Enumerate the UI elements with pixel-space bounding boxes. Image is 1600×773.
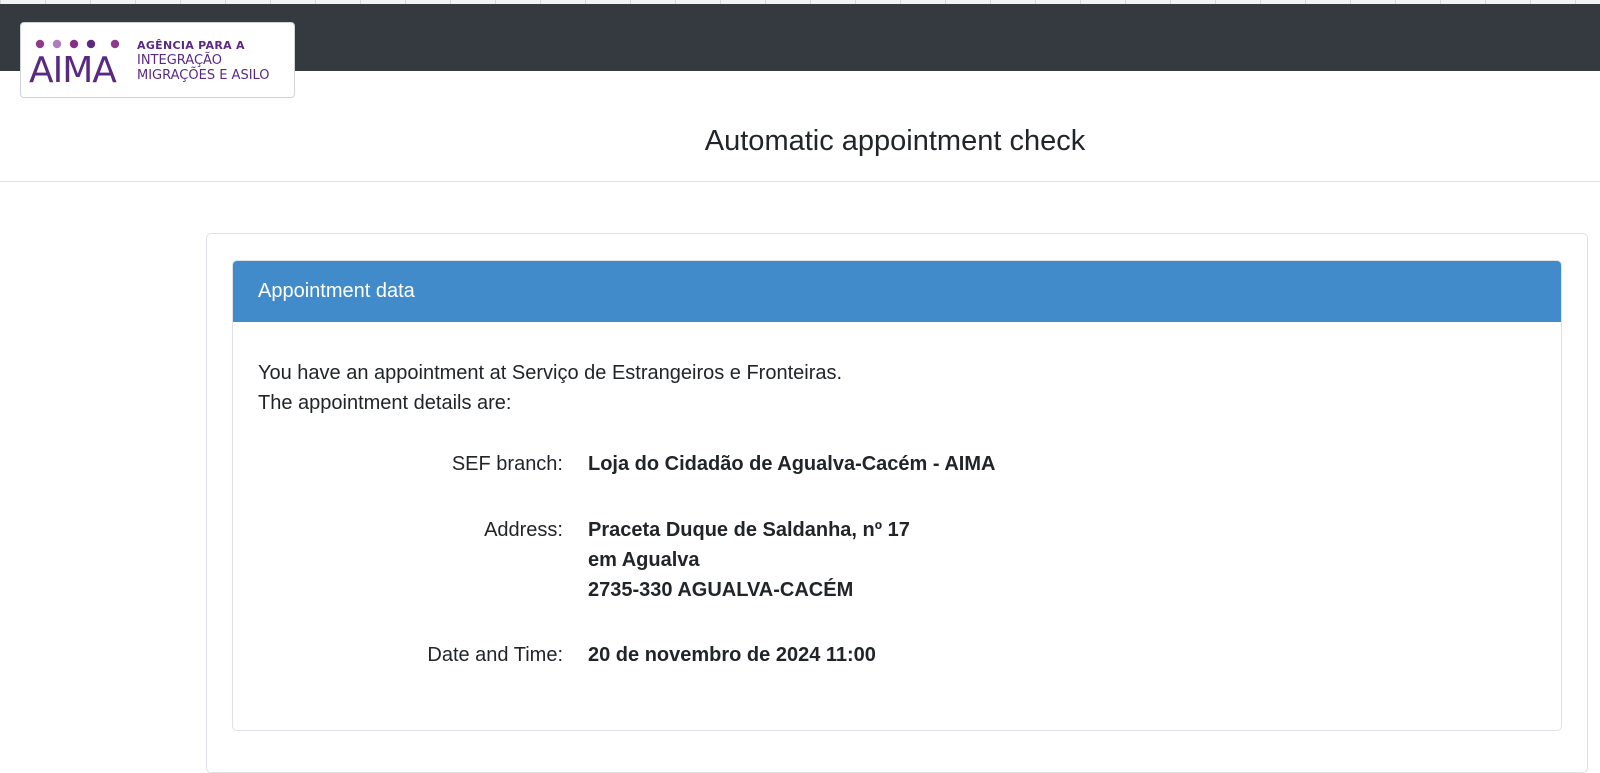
aima-wordmark-icon: AIMA — [29, 39, 120, 89]
address-label: Address: — [484, 519, 563, 541]
intro-line-1: You have an appointment at Serviço de Es… — [258, 362, 843, 384]
card-header: Appointment data — [233, 261, 1561, 322]
branch-value-text: Loja do Cidadão de Agualva-Cacém - AIMA — [588, 453, 996, 475]
title-divider — [0, 181, 1600, 182]
aima-logo[interactable]: AIMA AGÊNCIA PARA A INTEGRAÇÃO MIGRAÇÕES… — [20, 22, 295, 98]
logo-line-2: INTEGRAÇÃO — [137, 53, 222, 68]
appointment-card: Appointment data You have an appointment… — [232, 260, 1562, 731]
datetime-value-text: 20 de novembro de 2024 11:00 — [588, 644, 876, 666]
logo-tagline: AGÊNCIA PARA A INTEGRAÇÃO MIGRAÇÕES E AS… — [137, 39, 270, 83]
browser-strip — [0, 0, 1600, 4]
address-value: Praceta Duque de Saldanha, nº 17 em Agua… — [588, 515, 910, 605]
intro-line-2: The appointment details are: — [258, 392, 512, 414]
logo-line-3: MIGRAÇÕES E ASILO — [137, 68, 270, 83]
intro-text: You have an appointment at Serviço de Es… — [258, 358, 842, 418]
logo-line-1: AGÊNCIA PARA A — [137, 39, 245, 52]
page-title: Automatic appointment check — [704, 125, 1086, 157]
address-line-1: Praceta Duque de Saldanha, nº 17 — [588, 519, 910, 541]
address-line-3: 2735-330 AGUALVA-CACÉM — [588, 579, 854, 601]
datetime-label: Date and Time: — [427, 644, 563, 666]
address-line-2: em Agualva — [588, 549, 700, 571]
logo-wordmark: AIMA — [29, 50, 117, 89]
datetime-value: 20 de novembro de 2024 11:00 — [588, 640, 876, 670]
branch-value: Loja do Cidadão de Agualva-Cacém - AIMA — [588, 449, 995, 479]
branch-label: SEF branch: — [451, 453, 563, 475]
